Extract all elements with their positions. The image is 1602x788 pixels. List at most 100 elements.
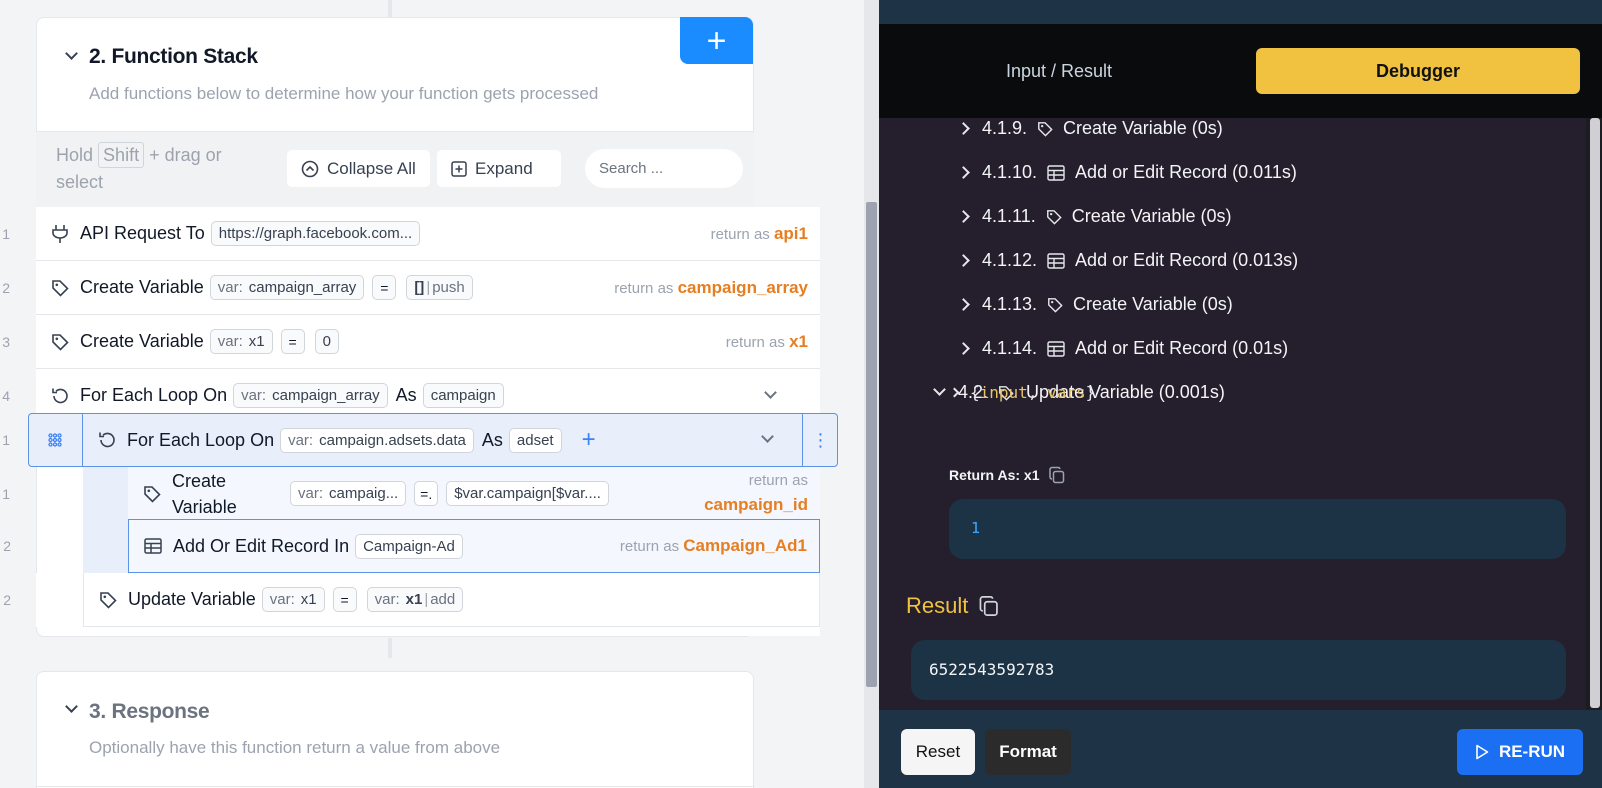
chevron-right-icon [957, 122, 970, 135]
debug-tabs: Input / Result Debugger [879, 24, 1602, 118]
function-row-create-variable-nested[interactable]: 1 Create Variable var: campaig... =. $var… [2, 467, 820, 521]
equals-sign: = [372, 275, 397, 300]
function-row-create-variable[interactable]: 3 Create Variable var: x1 = 0 return as x… [2, 315, 820, 369]
section-title: 2. Function Stack [89, 45, 258, 68]
row-number: 2 [2, 279, 10, 296]
connector-line [388, 638, 392, 658]
function-row-api-request[interactable]: 1 API Request To https://graph.facebook.… [2, 207, 820, 261]
function-name: Create Variable [80, 331, 204, 351]
search-input[interactable]: Search ... [585, 149, 743, 188]
value-pill[interactable]: var: x1 | add [366, 587, 464, 612]
loop-icon [97, 430, 117, 450]
return-as: return as x1 [725, 331, 808, 351]
function-name: Add Or Edit Record In [173, 535, 350, 556]
tag-icon [1037, 121, 1053, 137]
as-label: As [395, 385, 417, 405]
function-editor-panel: 2. Function Stack Add functions below to… [0, 0, 864, 788]
more-menu-button[interactable]: ⋮ [802, 413, 838, 467]
chevron-down-icon[interactable] [65, 47, 78, 60]
chevron-down-icon[interactable] [761, 430, 774, 443]
chevron-right-icon [957, 166, 970, 179]
row-number: 2 [3, 591, 11, 608]
search-placeholder: Search ... [599, 160, 664, 177]
row-indent [36, 573, 83, 627]
drag-hint: Hold Shift + drag or select [56, 142, 271, 196]
collapse-all-button[interactable]: Collapse All [286, 149, 431, 188]
row-number: 1 [2, 225, 10, 242]
return-value-box: 1 [949, 499, 1566, 559]
collapse-all-label: Collapse All [327, 158, 416, 178]
chevron-down-icon[interactable] [65, 700, 78, 713]
variable-pill[interactable]: var: campaign.adsets.data [280, 427, 474, 453]
tag-icon [98, 590, 118, 610]
debug-scrollbar-thumb[interactable] [1590, 118, 1600, 708]
function-row-update-variable[interactable]: 2 Update Variable var: x1 = var: x1 | add [3, 573, 820, 627]
top-strip [879, 0, 1602, 24]
response-card: 3. Response Optionally have this functio… [36, 671, 754, 788]
grid-drag-icon [48, 433, 62, 447]
debug-item[interactable]: 4.1.14. Add or Edit Record (0.01s) [957, 338, 1288, 359]
expand-button[interactable]: Expand [436, 149, 562, 188]
debug-item[interactable]: 4.1.10. Add or Edit Record (0.011s) [957, 162, 1297, 183]
table-pill[interactable]: Campaign-Ad [355, 533, 463, 559]
tab-debugger[interactable]: Debugger [1256, 48, 1580, 94]
function-name: API Request To [80, 223, 205, 243]
variable-pill[interactable]: var: campaign_array [233, 383, 388, 408]
function-name: Create Variable [80, 277, 204, 297]
reset-button[interactable]: Reset [901, 729, 975, 775]
copy-icon[interactable] [978, 594, 1000, 618]
value-pill[interactable]: 0 [314, 329, 339, 354]
section-subtitle: Optionally have this function return a v… [89, 738, 501, 757]
as-label: As [481, 429, 503, 450]
result-label: Result [906, 593, 1000, 619]
rerun-button[interactable]: RE-RUN [1457, 729, 1583, 775]
row-number: 4 [2, 387, 10, 404]
expand-label: Expand [475, 158, 533, 178]
format-button[interactable]: Format [985, 729, 1071, 775]
function-row-add-edit-record[interactable]: 2 Add Or Edit Record In Campaign-Ad retu… [3, 519, 820, 573]
input-vars-node[interactable]: {input, vars} [949, 383, 1095, 402]
table-icon [1047, 164, 1065, 181]
equals-sign: = [332, 587, 357, 612]
return-as: return as Campaign_Ad1 [619, 536, 807, 555]
section-title: 3. Response [89, 700, 210, 723]
equals-sign: =. [414, 481, 439, 506]
chevron-down-icon [933, 383, 946, 396]
variable-pill[interactable]: var: campaign_array [209, 275, 365, 300]
chevron-down-icon[interactable] [764, 386, 777, 399]
debugger-panel: Input / Result Debugger 4.1.9. Create Var… [879, 0, 1602, 788]
loop-icon [50, 386, 70, 406]
add-function-button[interactable]: + [680, 17, 753, 64]
url-pill[interactable]: https://graph.facebook.com... [210, 221, 421, 246]
variable-pill[interactable]: var: x1 [209, 329, 273, 354]
drag-handle[interactable] [28, 413, 83, 467]
variable-pill[interactable]: var: x1 [261, 587, 325, 612]
row-number: 3 [2, 333, 10, 350]
copy-icon[interactable] [1048, 466, 1066, 484]
collapse-circle-icon [301, 160, 319, 177]
function-name: Update Variable [128, 589, 256, 609]
return-as: return as campaign_id [704, 472, 808, 514]
left-scrollbar-thumb[interactable] [866, 202, 877, 687]
function-row-for-each-loop-nested[interactable]: 1 For Each Loop On var: campaign.adsets.d… [2, 413, 802, 467]
section-subtitle: Add functions below to determine how you… [89, 84, 599, 103]
row-number: 2 [3, 538, 11, 554]
row-number: 1 [2, 432, 10, 448]
tab-input-result[interactable]: Input / Result [879, 48, 1239, 94]
tag-icon [142, 484, 162, 504]
value-pill[interactable]: [] | push [406, 275, 473, 300]
debug-item[interactable]: 4.1.11. Create Variable (0s) [957, 206, 1231, 227]
table-icon [143, 536, 163, 556]
item-pill[interactable]: adset [508, 427, 562, 453]
variable-pill[interactable]: var: campaig... [290, 481, 407, 506]
tag-icon [50, 332, 70, 352]
debug-item[interactable]: 4.1.9. Create Variable (0s) [957, 118, 1223, 139]
debug-item[interactable]: 4.1.13. Create Variable (0s) [957, 294, 1233, 315]
add-nested-function-button[interactable]: + [582, 428, 596, 452]
item-pill[interactable]: campaign [422, 383, 504, 408]
debug-item[interactable]: 4.1.12. Add or Edit Record (0.013s) [957, 250, 1298, 271]
function-name: For Each Loop On [80, 385, 228, 405]
nested-indent [83, 467, 128, 573]
value-pill[interactable]: $var.campaign[$var.... [446, 481, 609, 506]
function-row-create-variable[interactable]: 2 Create Variable var: campaign_array = [… [2, 261, 820, 315]
